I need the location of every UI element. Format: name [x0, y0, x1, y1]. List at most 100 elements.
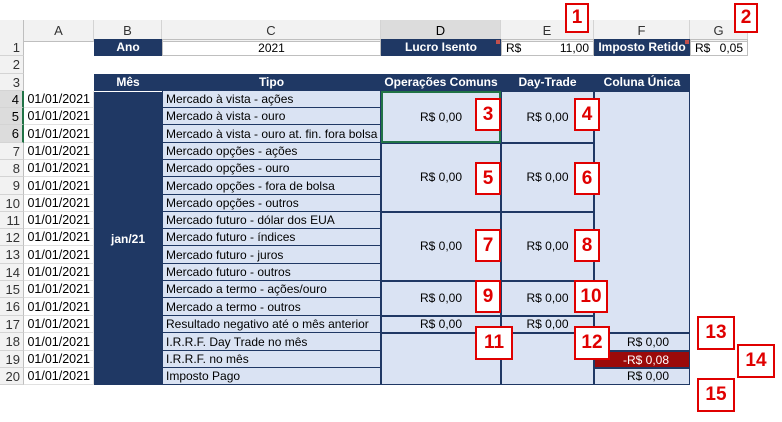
date-cell[interactable]: 01/01/2021	[24, 281, 94, 298]
row-header[interactable]: 12	[0, 229, 24, 246]
imposto-value: 0,05	[719, 41, 743, 55]
tipo-cell[interactable]: Mercado à vista - ouro at. fin. fora bol…	[162, 125, 381, 143]
tipo-cell[interactable]: Mercado opções - fora de bolsa	[162, 177, 381, 195]
dt-resultado-value: R$ 0,00	[526, 317, 569, 331]
row-header[interactable]: 9	[0, 177, 24, 195]
tipo-cell[interactable]: Mercado futuro - juros	[162, 246, 381, 264]
op-futuro-value: R$ 0,00	[419, 239, 463, 253]
dt-opcoes-value: R$ 0,00	[526, 170, 569, 184]
badge-3: 3	[475, 98, 501, 131]
badge-8: 8	[574, 229, 600, 262]
tipo-cell[interactable]: Resultado negativo até o mês anterior	[162, 316, 381, 333]
date-cell[interactable]: 01/01/2021	[24, 333, 94, 351]
tipo-cell[interactable]: Mercado futuro - índices	[162, 229, 381, 246]
date-cell[interactable]: 01/01/2021	[24, 246, 94, 264]
date-cell[interactable]: 01/01/2021	[24, 229, 94, 246]
tipo-cell[interactable]: Mercado à vista - ações	[162, 91, 381, 108]
date-cell[interactable]: 01/01/2021	[24, 125, 94, 143]
row-header[interactable]: 20	[0, 368, 24, 385]
f-imposto-pago-value: R$ 0,00	[626, 369, 669, 383]
badge-2: 2	[734, 3, 758, 33]
row-header[interactable]: 3	[0, 74, 24, 91]
tipo-cell[interactable]: Imposto Pago	[162, 368, 381, 385]
tipo-cell[interactable]: Mercado a termo - outros	[162, 298, 381, 316]
lucro-isento-label: Lucro Isento	[381, 39, 501, 56]
ano-value-cell[interactable]: 2021	[162, 39, 381, 56]
badge-15: 15	[697, 378, 735, 412]
badge-9: 9	[475, 280, 501, 313]
tipo-cell[interactable]: Mercado opções - ouro	[162, 160, 381, 177]
op-opcoes-value: R$ 0,00	[419, 170, 463, 184]
f-imposto-pago-cell[interactable]: R$ 0,00	[594, 368, 690, 385]
row-header[interactable]: 4	[0, 91, 24, 108]
date-cell[interactable]: 01/01/2021	[24, 143, 94, 160]
row-header[interactable]: 14	[0, 264, 24, 281]
header-operacoes-comuns: Operações Comuns	[381, 74, 501, 91]
tipo-cell[interactable]: I.R.R.F. no mês	[162, 351, 381, 368]
row-header[interactable]: 15	[0, 281, 24, 298]
row-header[interactable]: 1	[0, 39, 24, 56]
badge-5: 5	[475, 162, 501, 195]
imposto-currency: R$	[695, 41, 711, 55]
tipo-cell[interactable]: Mercado opções - ações	[162, 143, 381, 160]
row-header[interactable]: 10	[0, 195, 24, 212]
date-cell[interactable]: 01/01/2021	[24, 264, 94, 281]
comment-indicator	[685, 40, 689, 44]
tipo-cell[interactable]: Mercado à vista - ouro	[162, 108, 381, 125]
date-cell[interactable]: 01/01/2021	[24, 160, 94, 177]
lucro-currency: R$	[506, 41, 522, 55]
imposto-retido-label: Imposto Retido	[594, 39, 690, 56]
dt-termo-value: R$ 0,00	[526, 291, 569, 305]
ano-label: Ano	[94, 39, 162, 56]
header-coluna-unica: Coluna Única	[594, 74, 690, 91]
header-day-trade: Day-Trade	[501, 74, 594, 91]
f-irrf-mes-value: -R$ 0,08	[622, 353, 669, 367]
date-cell[interactable]: 01/01/2021	[24, 108, 94, 125]
row-header[interactable]: 13	[0, 246, 24, 264]
badge-10: 10	[574, 280, 608, 313]
date-cell[interactable]: 01/01/2021	[24, 298, 94, 316]
row-header[interactable]: 6	[0, 125, 24, 143]
row-header[interactable]: 11	[0, 212, 24, 229]
date-cell[interactable]: 01/01/2021	[24, 212, 94, 229]
coluna-unica-block[interactable]	[594, 91, 690, 333]
badge-14: 14	[737, 344, 775, 378]
date-cell[interactable]: 01/01/2021	[24, 195, 94, 212]
row-header[interactable]: 18	[0, 333, 24, 351]
date-cell[interactable]: 01/01/2021	[24, 351, 94, 368]
row-header[interactable]: 17	[0, 316, 24, 333]
row-header[interactable]: 16	[0, 298, 24, 316]
op-resultado-value: R$ 0,00	[419, 317, 463, 331]
tipo-cell[interactable]: Mercado opções - outros	[162, 195, 381, 212]
badge-12: 12	[574, 326, 610, 360]
op-avista-value: R$ 0,00	[419, 110, 463, 124]
header-mes: Mês	[94, 74, 162, 91]
tipo-cell[interactable]: Mercado futuro - dólar dos EUA	[162, 212, 381, 229]
tipo-cell[interactable]: Mercado futuro - outros	[162, 264, 381, 281]
tipo-cell[interactable]: Mercado a termo - ações/ouro	[162, 281, 381, 298]
badge-1: 1	[565, 3, 589, 33]
tipo-cell[interactable]: I.R.R.F. Day Trade no mês	[162, 333, 381, 351]
date-cell[interactable]: 01/01/2021	[24, 316, 94, 333]
date-cell[interactable]: 01/01/2021	[24, 368, 94, 385]
date-cell[interactable]: 01/01/2021	[24, 177, 94, 195]
lucro-isento-cell[interactable]: R$ 11,00	[501, 39, 594, 56]
imposto-retido-cell[interactable]: R$ 0,05	[690, 39, 748, 56]
column-header-a[interactable]: A	[24, 20, 94, 42]
op-termo-value: R$ 0,00	[419, 291, 463, 305]
row-header[interactable]: 19	[0, 351, 24, 368]
badge-7: 7	[475, 229, 501, 262]
row-header[interactable]: 5	[0, 108, 24, 125]
date-cell[interactable]: 01/01/2021	[24, 91, 94, 108]
dt-futuro-value: R$ 0,00	[526, 239, 569, 253]
row-header[interactable]: 8	[0, 160, 24, 177]
badge-11: 11	[475, 326, 513, 360]
f-irrf-dt-value: R$ 0,00	[626, 335, 669, 349]
row-header[interactable]: 2	[0, 56, 24, 74]
dt-avista-value: R$ 0,00	[526, 110, 569, 124]
month-cell[interactable]: jan/21	[94, 91, 162, 385]
badge-13: 13	[697, 316, 735, 350]
badge-6: 6	[574, 162, 600, 195]
lucro-value: 11,00	[559, 41, 589, 55]
row-header[interactable]: 7	[0, 143, 24, 160]
